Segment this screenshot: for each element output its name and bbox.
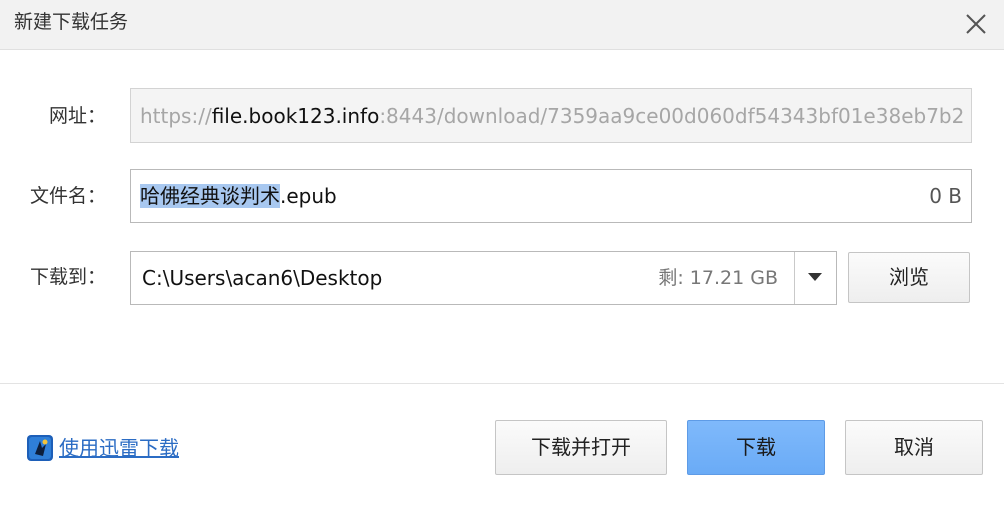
file-size: 0 B	[929, 184, 962, 208]
use-thunder-link[interactable]: 使用迅雷下载	[26, 434, 179, 462]
url-prefix: https://	[140, 104, 212, 128]
close-button[interactable]	[956, 4, 996, 44]
download-button[interactable]: 下载	[687, 420, 825, 475]
url-value: https://file.book123.info:8443/download/…	[140, 103, 964, 129]
dialog-title: 新建下载任务	[14, 11, 129, 33]
download-and-open-button[interactable]: 下载并打开	[495, 420, 667, 475]
footer-divider	[0, 383, 1004, 384]
url-field[interactable]: https://file.book123.info:8443/download/…	[130, 88, 972, 143]
filename-selected-text: 哈佛经典谈判术	[140, 184, 280, 208]
use-thunder-label: 使用迅雷下载	[59, 436, 179, 460]
save-path-value: C:\Users\acan6\Desktop	[142, 266, 383, 290]
thunder-app-icon	[27, 435, 53, 461]
saveto-label: 下载到：	[29, 266, 106, 288]
url-host: file.book123.info	[211, 104, 380, 128]
browse-button[interactable]: 浏览	[848, 252, 970, 303]
filename-extension: .epub	[280, 184, 337, 208]
cancel-button[interactable]: 取消	[845, 420, 983, 475]
filename-label: 文件名：	[29, 185, 106, 207]
close-icon	[966, 14, 986, 34]
dialog-body: 网址： https://file.book123.info:8443/downl…	[0, 51, 1004, 383]
filename-value: 哈佛经典谈判术.epub	[140, 183, 337, 209]
chevron-down-icon	[808, 273, 822, 281]
free-space-text: 剩: 17.21 GB	[658, 267, 778, 289]
filename-field[interactable]: 哈佛经典谈判术.epub 0 B	[130, 169, 972, 223]
url-label: 网址：	[48, 105, 106, 127]
save-path-field[interactable]: C:\Users\acan6\Desktop 剩: 17.21 GB	[130, 251, 837, 305]
path-dropdown-button[interactable]	[795, 252, 836, 304]
url-rest: :8443/download/7359aa9ce00d060df54343bf0…	[379, 104, 965, 128]
title-bar: 新建下载任务	[0, 0, 1004, 50]
